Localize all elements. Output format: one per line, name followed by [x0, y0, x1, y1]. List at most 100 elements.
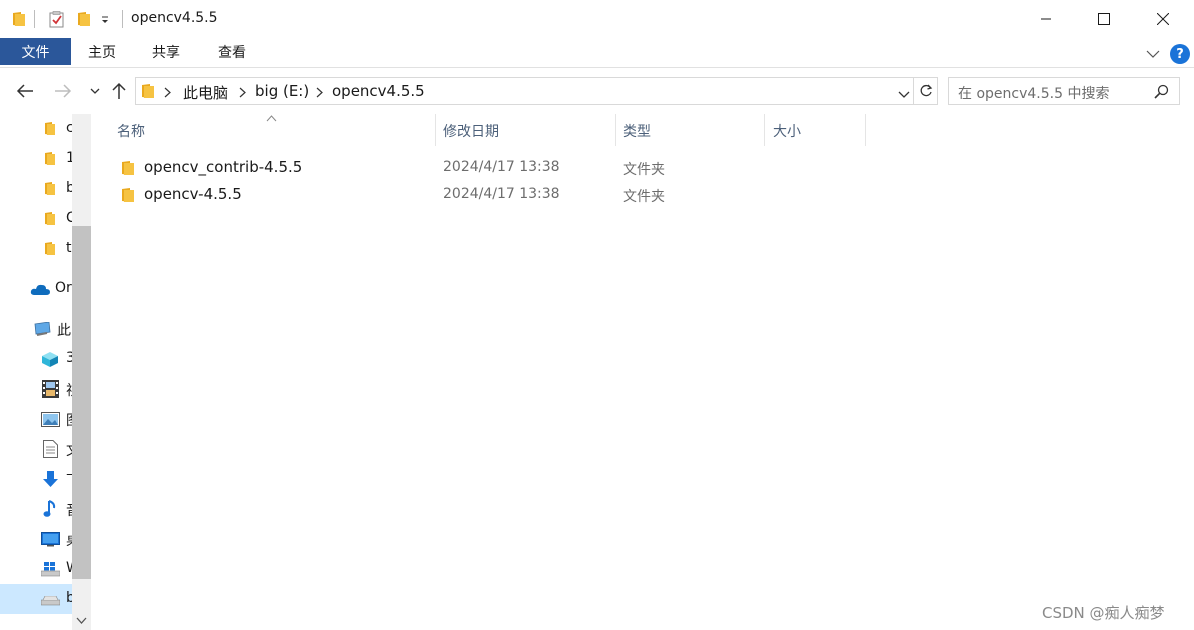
tab-share[interactable]: 共享 [152, 38, 180, 65]
documents-icon [43, 440, 58, 462]
this-pc-icon [33, 321, 52, 341]
tab-file[interactable]: 文件 [0, 38, 71, 65]
folder-icon [44, 151, 56, 170]
file-name[interactable]: opencv_contrib-4.5.5 [144, 158, 302, 176]
tab-view[interactable]: 查看 [218, 38, 246, 65]
chevron-right-icon[interactable] [316, 86, 323, 102]
folder-icon [121, 160, 135, 180]
folder-icon [44, 241, 56, 260]
separator [122, 10, 123, 28]
nav-item-pictures[interactable]: 图 [0, 406, 72, 432]
help-icon[interactable]: ? [1170, 44, 1190, 64]
address-history-icon[interactable] [898, 87, 910, 103]
file-date: 2024/4/17 13:38 [443, 159, 560, 175]
address-bar[interactable]: 此电脑 big (E:) opencv4.5.5 [135, 77, 914, 105]
refresh-icon [920, 84, 932, 97]
close-icon [1157, 13, 1169, 25]
nav-item-quick-access-2[interactable]: 1 [0, 146, 72, 172]
scroll-down-icon[interactable] [76, 613, 87, 629]
new-folder-icon[interactable] [77, 11, 91, 31]
onedrive-icon [30, 283, 51, 300]
refresh-button[interactable] [914, 77, 938, 105]
file-row[interactable]: opencv_contrib-4.5.5 2024/4/17 13:38 文件夹 [109, 155, 669, 181]
column-divider[interactable] [865, 114, 866, 146]
music-icon [43, 500, 58, 522]
nav-item-onedrive[interactable]: Or [0, 276, 72, 302]
videos-icon [42, 380, 59, 402]
title-bar: opencv4.5.5 [0, 0, 1194, 38]
drive-icon [40, 594, 61, 610]
windows-drive-icon [40, 562, 61, 581]
folder-icon [141, 83, 155, 103]
minimize-button[interactable] [1023, 0, 1069, 38]
column-header-type[interactable]: 类型 [623, 121, 651, 141]
separator [34, 10, 35, 28]
pictures-icon [41, 412, 60, 431]
nav-item-label: 此 [57, 323, 71, 339]
file-row[interactable]: opencv-4.5.5 2024/4/17 13:38 文件夹 [109, 182, 669, 208]
nav-item-3d-objects[interactable]: 3 [0, 346, 72, 372]
properties-icon[interactable] [49, 11, 65, 32]
window-title: opencv4.5.5 [131, 10, 218, 26]
nav-item-this-pc[interactable]: 此 [0, 316, 72, 342]
breadcrumb-this-pc[interactable]: 此电脑 [183, 82, 228, 103]
file-date: 2024/4/17 13:38 [443, 186, 560, 202]
watermark: CSDN @痴人痴梦 [1042, 604, 1165, 622]
tab-home[interactable]: 主页 [88, 38, 116, 65]
arrow-left-icon [16, 84, 33, 98]
close-button[interactable] [1140, 0, 1186, 38]
forward-button[interactable] [52, 80, 74, 102]
folder-icon [12, 11, 26, 31]
file-type: 文件夹 [623, 162, 665, 178]
recent-locations-button[interactable] [84, 80, 106, 102]
back-button[interactable] [14, 80, 36, 102]
column-divider[interactable] [764, 114, 765, 146]
maximize-button[interactable] [1081, 0, 1127, 38]
search-box[interactable]: 在 opencv4.5.5 中搜索 [948, 77, 1180, 105]
column-divider[interactable] [615, 114, 616, 146]
file-type: 文件夹 [623, 189, 665, 205]
customize-quick-access-icon[interactable] [100, 12, 110, 30]
nav-item-desktop[interactable]: 桌 [0, 526, 72, 552]
nav-item-big-drive[interactable]: b [0, 584, 72, 614]
nav-item-documents[interactable]: 文 [0, 436, 72, 462]
nav-item-windows-drive[interactable]: W [0, 556, 72, 582]
breadcrumb-drive[interactable]: big (E:) [255, 82, 309, 100]
minimize-icon [1041, 18, 1051, 20]
search-icon[interactable] [1154, 84, 1169, 103]
nav-item-quick-access-5[interactable]: t [0, 236, 72, 262]
expand-ribbon-icon[interactable] [1146, 47, 1160, 63]
nav-item-quick-access-3[interactable]: b [0, 176, 72, 202]
arrow-right-icon [55, 84, 72, 98]
desktop-icon [41, 532, 60, 551]
folder-icon [44, 211, 56, 230]
column-divider[interactable] [435, 114, 436, 146]
nav-item-label: Or [55, 280, 72, 296]
nav-item-quick-access-1[interactable]: c [0, 116, 72, 142]
breadcrumb-current-folder[interactable]: opencv4.5.5 [332, 82, 425, 100]
folder-icon [121, 187, 135, 207]
folder-icon [44, 121, 56, 140]
ribbon-tabs: 文件 主页 共享 查看 ? [0, 38, 1194, 68]
folder-icon [44, 181, 56, 200]
chevron-down-icon [90, 88, 100, 94]
up-button[interactable] [108, 80, 130, 102]
column-header-size[interactable]: 大小 [773, 121, 801, 141]
sort-ascending-icon [266, 110, 277, 126]
nav-item-music[interactable]: 音 [0, 496, 72, 522]
maximize-icon [1098, 13, 1110, 25]
arrow-up-icon [112, 82, 126, 99]
downloads-icon [42, 471, 59, 492]
nav-item-downloads[interactable]: 下 [0, 466, 72, 492]
column-header-date[interactable]: 修改日期 [443, 121, 499, 141]
file-name[interactable]: opencv-4.5.5 [144, 185, 242, 203]
3d-objects-icon [41, 351, 59, 372]
nav-item-videos[interactable]: 视 [0, 376, 72, 402]
nav-item-label: t [66, 240, 72, 256]
column-header-name[interactable]: 名称 [117, 121, 145, 141]
chevron-right-icon[interactable] [164, 86, 171, 102]
nav-pane-scroll-thumb[interactable] [72, 226, 91, 579]
search-placeholder: 在 opencv4.5.5 中搜索 [958, 86, 1110, 102]
chevron-right-icon[interactable] [239, 86, 246, 102]
nav-item-quick-access-4[interactable]: C [0, 206, 72, 232]
